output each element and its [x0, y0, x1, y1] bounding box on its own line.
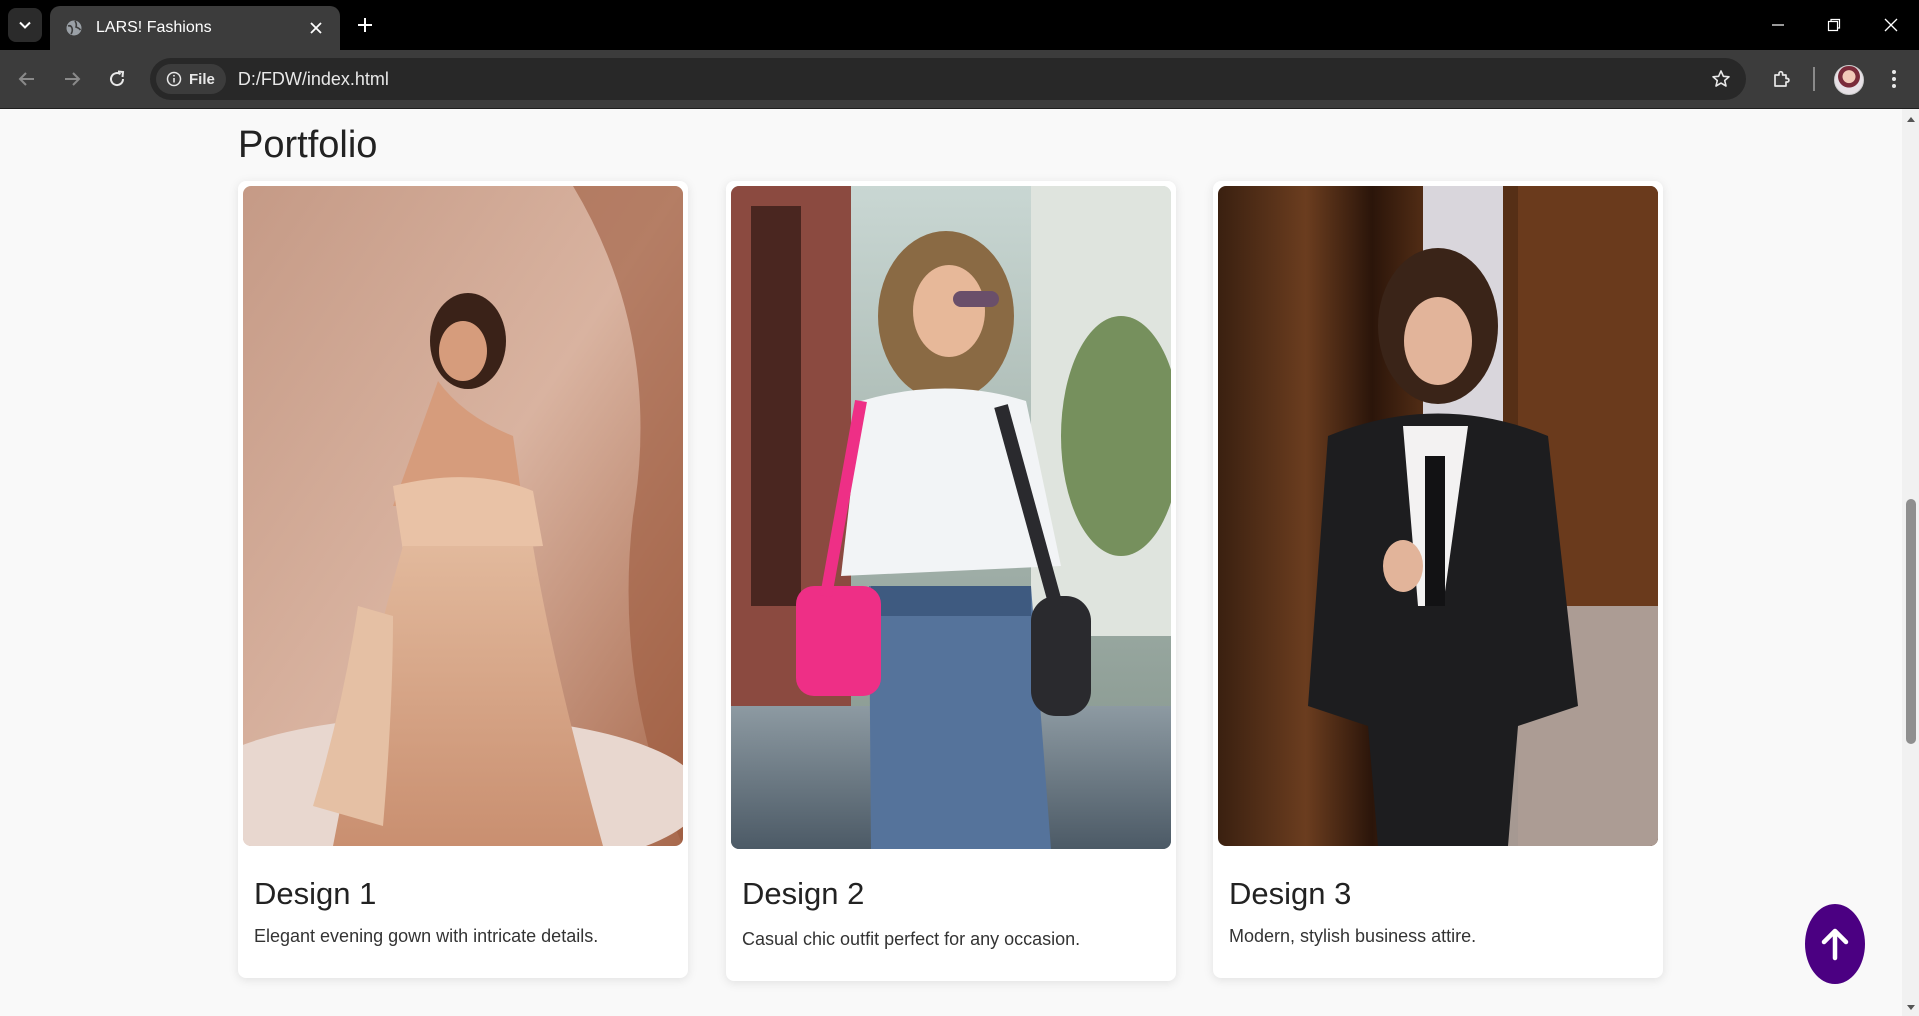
close-window-button[interactable] [1871, 10, 1911, 40]
close-icon [1884, 18, 1898, 32]
new-tab-button[interactable] [352, 12, 378, 38]
puzzle-icon [1774, 70, 1790, 87]
card-description: Elegant evening gown with intricate deta… [254, 926, 599, 946]
restore-button[interactable] [1814, 10, 1854, 40]
card-description: Casual chic outfit perfect for any occas… [742, 929, 1081, 949]
browser-toolbar: File D:/FDW/index.html [0, 50, 1919, 109]
profile-avatar[interactable] [1834, 65, 1864, 95]
design-1-photo [243, 186, 683, 846]
browser-menu-button[interactable] [1878, 63, 1910, 95]
portfolio-card-1[interactable]: Design 1 Elegant evening gown with intri… [238, 181, 688, 978]
tab-title: LARS! Fashions [96, 19, 212, 36]
arrow-left-icon [18, 72, 34, 86]
minimize-icon [1772, 24, 1784, 26]
arrow-up-icon [1821, 928, 1849, 961]
extensions-button[interactable] [1766, 63, 1798, 95]
card-description: Modern, stylish business attire. [1229, 926, 1477, 946]
reload-icon [110, 70, 125, 87]
card-title: Design 3 [1229, 876, 1352, 911]
bookmark-star-button[interactable] [1704, 62, 1738, 96]
star-icon [1712, 70, 1730, 87]
card-title: Design 1 [254, 876, 377, 911]
forward-button[interactable] [56, 63, 88, 95]
design-2-photo [731, 186, 1171, 849]
active-tab[interactable]: LARS! Fashions [50, 6, 340, 50]
browser-tab-bar: LARS! Fashions [0, 0, 1919, 50]
globe-icon [64, 18, 84, 38]
chevron-down-icon [19, 21, 31, 29]
portfolio-card-3[interactable]: Design 3 Modern, stylish business attire… [1213, 181, 1663, 978]
address-bar[interactable]: File D:/FDW/index.html [150, 58, 1746, 100]
url-text[interactable]: D:/FDW/index.html [238, 69, 1704, 90]
kebab-menu-icon [1892, 70, 1896, 88]
design-3-photo [1218, 186, 1658, 846]
plus-icon [358, 18, 372, 32]
scroll-down-arrow[interactable] [1902, 1000, 1919, 1016]
card-title: Design 2 [742, 876, 865, 911]
page-viewport: Portfolio Design 1 Elegant evening gown … [0, 109, 1902, 1016]
toolbar-divider [1813, 67, 1815, 91]
back-button[interactable] [11, 63, 43, 95]
minimize-button[interactable] [1758, 10, 1798, 40]
restore-icon [1827, 18, 1841, 32]
portfolio-heading: Portfolio [238, 124, 378, 166]
portfolio-card-2[interactable]: Design 2 Casual chic outfit perfect for … [726, 181, 1176, 981]
scrollbar-thumb[interactable] [1906, 499, 1916, 744]
site-info-chip[interactable]: File [156, 64, 226, 94]
info-icon [166, 71, 182, 87]
arrow-right-icon [65, 72, 81, 86]
scroll-up-arrow[interactable] [1902, 111, 1919, 127]
reload-button[interactable] [101, 63, 133, 95]
scroll-to-top-button[interactable] [1805, 904, 1865, 984]
tab-search-button[interactable] [8, 8, 42, 42]
site-chip-label: File [189, 70, 215, 88]
tab-close-icon[interactable] [304, 16, 328, 40]
vertical-scrollbar[interactable] [1902, 109, 1919, 1016]
